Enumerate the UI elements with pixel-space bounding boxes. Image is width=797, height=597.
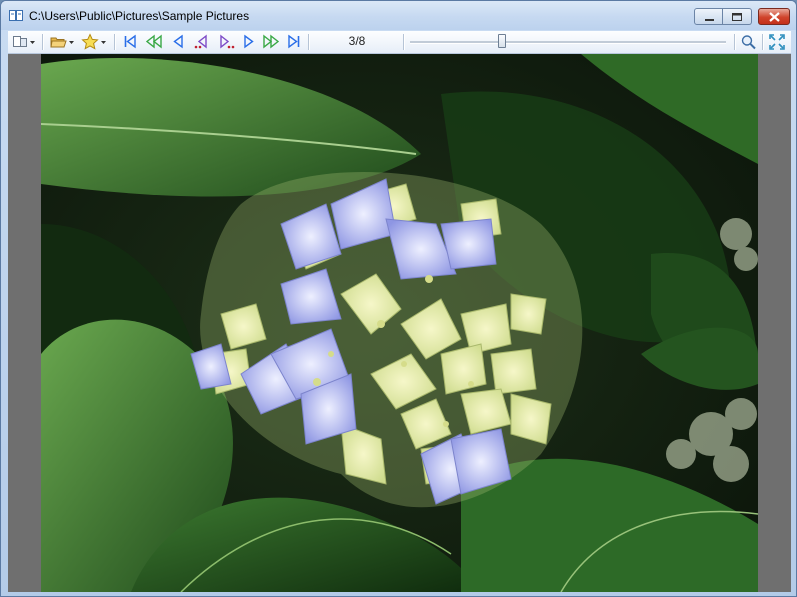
open-folder-icon (50, 37, 74, 48)
image-counter: 3/8 (348, 34, 366, 48)
view-menu-button[interactable] (11, 32, 37, 52)
displayed-photo[interactable] (41, 54, 758, 592)
maximize-button[interactable] (723, 8, 752, 25)
slider-thumb[interactable] (498, 34, 506, 48)
open-button[interactable] (48, 32, 76, 52)
minimize-button[interactable] (694, 8, 723, 25)
toolbar-separator (734, 34, 735, 50)
image-viewer-window: C:\Users\Public\Pictures\Sample Pictures (0, 0, 797, 597)
next-folder-button[interactable] (215, 32, 237, 52)
close-icon (769, 12, 780, 22)
last-icon (288, 34, 300, 49)
viewer-app-icon (9, 10, 23, 21)
toolbar-separator (403, 34, 404, 50)
next-fast-button[interactable] (260, 32, 282, 52)
view-menu-icon (13, 36, 35, 47)
title-bar[interactable]: C:\Users\Public\Pictures\Sample Pictures (1, 1, 796, 30)
previous-button[interactable] (168, 32, 188, 52)
minimize-icon (705, 19, 714, 21)
toolbar: 3/8 (8, 31, 791, 54)
maximize-icon (732, 13, 742, 21)
next-fast-icon (263, 34, 280, 49)
favorites-star-icon (81, 33, 106, 50)
zoom-icon (741, 35, 756, 50)
close-button[interactable] (758, 8, 790, 25)
fullscreen-icon (769, 34, 785, 50)
image-slider[interactable] (408, 34, 728, 50)
toolbar-separator (114, 34, 115, 50)
slider-track[interactable] (410, 41, 726, 44)
fullscreen-button[interactable] (767, 32, 787, 52)
toolbar-separator (42, 34, 43, 50)
previous-fast-icon (145, 34, 162, 49)
next-icon (244, 34, 254, 49)
first-icon (124, 34, 136, 49)
image-viewport[interactable] (8, 54, 791, 592)
previous-folder-button[interactable] (191, 32, 213, 52)
toolbar-separator (308, 34, 309, 50)
first-image-button[interactable] (120, 32, 140, 52)
favorites-button[interactable] (80, 32, 110, 52)
hydrangea-photo (41, 54, 758, 592)
last-image-button[interactable] (284, 32, 304, 52)
zoom-button[interactable] (739, 32, 759, 52)
previous-folder-icon (194, 34, 207, 49)
previous-fast-button[interactable] (143, 32, 165, 52)
window-title: C:\Users\Public\Pictures\Sample Pictures (29, 9, 250, 23)
previous-icon (173, 34, 183, 49)
next-button[interactable] (239, 32, 259, 52)
toolbar-separator (762, 34, 763, 50)
next-folder-icon (220, 34, 235, 49)
